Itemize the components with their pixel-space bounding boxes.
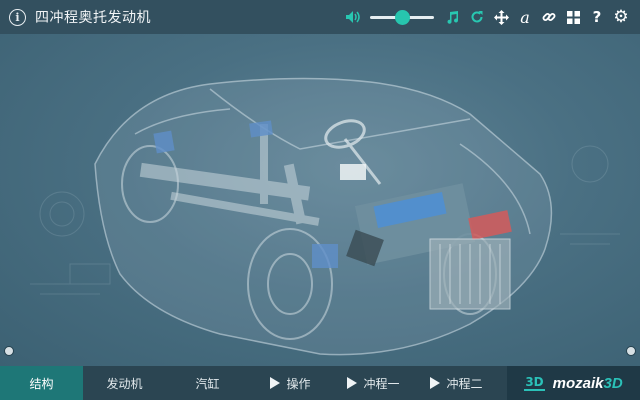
car-engine-model [30,77,620,356]
tab-stroke-two[interactable]: 冲程二 [415,366,498,400]
tab-label: 发动机 [106,376,143,391]
music-icon[interactable] [442,6,464,28]
link-icon[interactable] [538,6,560,28]
left-scroll-dot[interactable] [4,346,14,356]
brand-3d-badge: 3D [524,375,545,391]
reset-icon[interactable] [466,6,488,28]
brand-name-main: mozaik [552,374,604,392]
volume-slider-knob[interactable] [394,9,410,25]
toolbar: a ? ⚙ [340,0,632,34]
brand-name-3d: 3D [603,374,623,392]
tab-label: 冲程二 [446,376,483,391]
settings-icon[interactable]: ⚙ [610,6,632,28]
tab-operation[interactable]: 操作 [249,366,332,400]
top-bar: i 四冲程奥托发动机 a ? ⚙ [0,0,640,34]
info-icon[interactable]: i [9,8,26,26]
play-icon [347,377,358,389]
right-scroll-dot[interactable] [626,346,636,356]
tab-stroke-one[interactable]: 冲程一 [332,366,415,400]
volume-icon[interactable] [342,6,364,28]
play-icon [270,377,281,389]
tab-cylinder[interactable]: 汽缸 [166,366,249,400]
text-icon[interactable]: a [514,6,536,28]
brand-logo[interactable]: 3D mozaik3D [507,366,640,400]
help-icon[interactable]: ? [586,6,608,28]
play-icon [430,377,441,389]
brand-name: mozaik3D [553,375,623,392]
volume-slider[interactable] [370,9,434,25]
tab-label: 操作 [286,376,311,391]
grid-icon[interactable] [562,6,584,28]
bottom-tab-bar: 结构 发动机 汽缸 操作 冲程一 冲程二 3D mozaik3D [0,366,640,400]
tab-engine[interactable]: 发动机 [83,366,166,400]
tab-label: 冲程一 [363,376,400,391]
tab-label: 汽缸 [195,376,220,391]
tab-structure[interactable]: 结构 [0,366,83,400]
move-icon[interactable] [490,6,512,28]
page-title: 四冲程奥托发动机 [35,10,151,26]
tab-label: 结构 [29,376,54,391]
model-viewport[interactable] [0,34,640,366]
